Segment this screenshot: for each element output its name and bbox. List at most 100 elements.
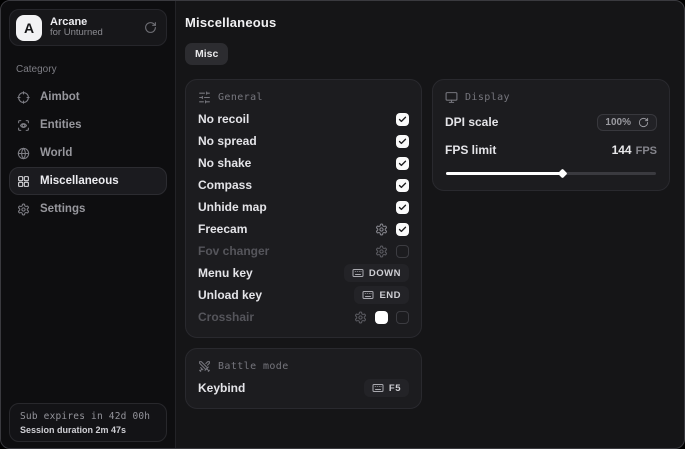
check-icon <box>398 115 407 124</box>
check-icon <box>398 159 407 168</box>
setting-label: Crosshair <box>198 310 254 324</box>
swords-icon <box>198 360 211 373</box>
fps-number: 144 <box>612 143 632 157</box>
setting-label: DPI scale <box>445 115 498 129</box>
setting-row-compass: Compass <box>198 174 409 196</box>
gear-icon[interactable] <box>375 245 388 258</box>
setting-label: No recoil <box>198 112 249 126</box>
brand-card[interactable]: A Arcane for Unturned <box>9 9 167 46</box>
keybind-value: F5 <box>389 383 401 394</box>
gear-icon[interactable] <box>375 223 388 236</box>
scan-eye-icon <box>17 119 30 132</box>
sidebar-item-label: World <box>40 147 72 159</box>
brand-text: Arcane for Unturned <box>50 16 136 40</box>
crosshair-icon <box>17 91 30 104</box>
sidebar-item-aimbot[interactable]: Aimbot <box>9 83 167 111</box>
category-label: Category <box>16 64 175 75</box>
checkbox-checked[interactable] <box>396 113 409 126</box>
checkbox-unchecked[interactable] <box>396 245 409 258</box>
checkbox-checked[interactable] <box>396 135 409 148</box>
app-subtitle: for Unturned <box>50 28 136 39</box>
setting-label: Freecam <box>198 222 247 236</box>
battle-rows: Keybind F5 <box>198 377 409 399</box>
panel-general-title: General <box>218 92 263 103</box>
refresh-icon[interactable] <box>144 21 157 34</box>
checkbox-checked[interactable] <box>396 157 409 170</box>
keybind-button[interactable]: END <box>354 286 409 304</box>
gear-icon[interactable] <box>354 311 367 324</box>
sidebar-item-label: Settings <box>40 203 85 215</box>
color-swatch[interactable] <box>375 311 388 324</box>
right-column: Display DPI scale 100% FPS limit 144 <box>432 79 670 191</box>
setting-label: Compass <box>198 178 252 192</box>
sub-expiry-text: Sub expires in 42d 00h <box>20 411 156 422</box>
setting-row-dpi-scale: DPI scale 100% <box>445 112 657 132</box>
setting-row-unload-key: Unload keyEND <box>198 284 409 306</box>
sidebar-item-label: Aimbot <box>40 91 80 103</box>
setting-row-freecam: Freecam <box>198 218 409 240</box>
subscription-status-card: Sub expires in 42d 00h Session duration … <box>9 403 167 442</box>
setting-row-menu-key: Menu key DOWN <box>198 262 409 284</box>
keyboard-icon <box>352 267 364 279</box>
check-icon <box>398 181 407 190</box>
setting-row-crosshair: Crosshair <box>198 306 409 328</box>
setting-row-no-spread: No spread <box>198 130 409 152</box>
sidebar-nav: Aimbot Entities World Miscellaneous Settings <box>1 83 175 223</box>
sidebar-item-miscellaneous[interactable]: Miscellaneous <box>9 167 167 195</box>
setting-row-unhide-map: Unhide map <box>198 196 409 218</box>
panel-battle-title: Battle mode <box>218 361 289 372</box>
check-icon <box>398 203 407 212</box>
checkbox-unchecked[interactable] <box>396 311 409 324</box>
setting-label: No spread <box>198 134 257 148</box>
sidebar-item-label: Miscellaneous <box>40 175 119 187</box>
panel-display-title: Display <box>465 92 510 103</box>
dpi-scale-button[interactable]: 100% <box>597 114 657 131</box>
fps-limit-slider[interactable] <box>446 169 656 177</box>
app-window: A Arcane for Unturned Category Aimbot Ent… <box>0 0 685 449</box>
panel-display-header: Display <box>445 90 657 104</box>
setting-row-fps-limit: FPS limit 144 FPS <box>445 140 657 160</box>
checkbox-checked[interactable] <box>396 179 409 192</box>
main-content: Miscellaneous Misc General No recoilNo s… <box>176 1 685 448</box>
setting-label: FPS limit <box>445 143 496 157</box>
monitor-icon <box>445 91 458 104</box>
tab-misc[interactable]: Misc <box>185 43 228 65</box>
panel-battle-mode: Battle mode Keybind F5 <box>185 348 422 409</box>
panel-general: General No recoil No spread No shake Compas… <box>185 79 422 338</box>
keybind-button[interactable]: F5 <box>364 379 409 397</box>
layout-grid-icon <box>17 175 30 188</box>
left-column: General No recoil No spread No shake Compas… <box>185 79 422 409</box>
setting-row-no-shake: No shake <box>198 152 409 174</box>
setting-label: No shake <box>198 156 251 170</box>
keybind-value: DOWN <box>369 268 401 279</box>
sidebar-item-entities[interactable]: Entities <box>9 111 167 139</box>
gear-icon <box>17 203 30 216</box>
sidebar-item-label: Entities <box>40 119 82 131</box>
keybind-value: END <box>379 290 401 301</box>
dpi-scale-value: 100% <box>605 117 631 128</box>
sidebar-item-settings[interactable]: Settings <box>9 195 167 223</box>
setting-row-fov-changer: Fov changer <box>198 240 409 262</box>
setting-label: Keybind <box>198 381 245 395</box>
sidebar-item-world[interactable]: World <box>9 139 167 167</box>
keyboard-icon <box>362 289 374 301</box>
app-logo: A <box>16 15 42 41</box>
panels: General No recoil No spread No shake Compas… <box>185 79 670 409</box>
session-duration-text: Session duration 2m 47s <box>20 425 156 435</box>
keyboard-icon <box>372 382 384 394</box>
panel-display: Display DPI scale 100% FPS limit 144 <box>432 79 670 191</box>
slider-fill <box>446 172 562 175</box>
checkbox-checked[interactable] <box>396 201 409 214</box>
checkbox-checked[interactable] <box>396 223 409 236</box>
panel-general-header: General <box>198 90 409 104</box>
panel-battle-header: Battle mode <box>198 359 409 373</box>
setting-row-no-recoil: No recoil <box>198 108 409 130</box>
setting-row-keybind: Keybind F5 <box>198 377 409 399</box>
fps-limit-value: 144 FPS <box>612 143 657 157</box>
keybind-button[interactable]: DOWN <box>344 264 409 282</box>
setting-label: Unhide map <box>198 200 267 214</box>
check-icon <box>398 137 407 146</box>
setting-label: Fov changer <box>198 244 269 258</box>
setting-label: Menu key <box>198 266 253 280</box>
slider-thumb[interactable] <box>557 168 567 178</box>
